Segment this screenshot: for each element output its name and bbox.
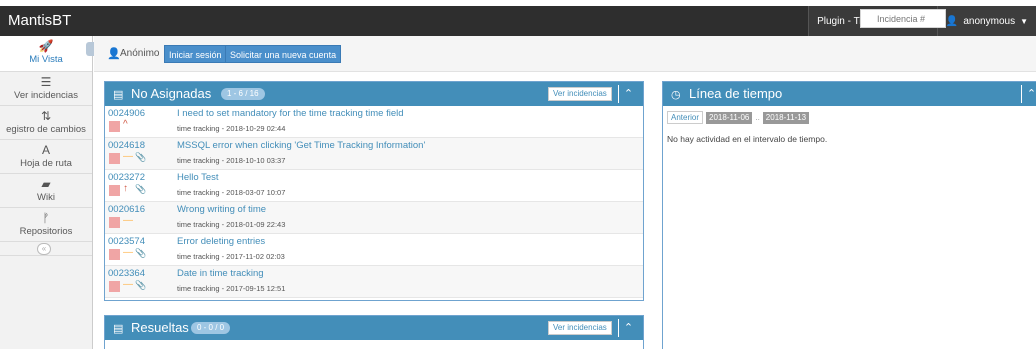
status-color-box xyxy=(109,217,120,228)
road-icon: A xyxy=(41,143,50,157)
priority-high-icon: ^ xyxy=(123,119,128,130)
list-alt-icon: ▤ xyxy=(113,89,124,101)
issue-list: 0024906 ^ I need to set mandatory for the … xyxy=(105,106,643,298)
list-icon: ☰ xyxy=(40,75,52,89)
status-color-box xyxy=(109,185,120,196)
issue-summary-link[interactable]: Wrong writing of time xyxy=(177,204,266,215)
issue-id-link[interactable]: 0023364 xyxy=(108,268,145,279)
issue-meta: time tracking - 2018-10-29 02:44 xyxy=(177,124,286,133)
chevron-up-icon[interactable]: ⌃ xyxy=(618,85,638,103)
priority-normal-icon: — xyxy=(123,247,133,258)
issue-id-link[interactable]: 0024618 xyxy=(108,140,145,151)
sidebar-item-label: Hoja de ruta xyxy=(20,158,72,169)
issue-summary-link[interactable]: MSSQL error when clicking 'Get Time Trac… xyxy=(177,140,425,151)
priority-normal-icon: — xyxy=(123,215,133,226)
issue-id-link[interactable]: 0023574 xyxy=(108,236,145,247)
retweet-icon: ⇅ xyxy=(40,109,52,123)
count-badge: 0 - 0 / 0 xyxy=(191,322,231,334)
status-color-box xyxy=(109,153,120,164)
sidebar: 🚀 Mi Vista ☰ Ver incidencias ⇅ egistro d… xyxy=(0,36,93,349)
sidebar-item-label: egistro de cambios xyxy=(6,124,86,135)
book-icon: ▰ xyxy=(41,177,51,191)
sidebar-item-mi-vista[interactable]: 🚀 Mi Vista xyxy=(0,36,92,72)
anonymous-label: Anónimo xyxy=(120,48,160,59)
breadcrumb-bar: 👤 Anónimo Iniciar sesión Solicitar una n… xyxy=(94,36,1036,72)
view-issues-button[interactable]: Ver incidencias xyxy=(548,321,612,335)
widget-header: ◷ Línea de tiempo ⌃ xyxy=(663,82,1036,106)
issue-summary-link[interactable]: I need to set mandatory for the time tra… xyxy=(177,108,404,119)
priority-normal-icon: — xyxy=(123,151,133,162)
sidebar-item-label: Repositorios xyxy=(19,226,73,237)
priority-normal-icon: — xyxy=(123,279,133,290)
chevron-down-icon: ▼ xyxy=(1020,16,1028,26)
status-color-box xyxy=(109,121,120,132)
timeline-nav: Anterior 2018-11-06 .. 2018-11-13 xyxy=(667,111,810,124)
sidebar-item-label: Wiki xyxy=(37,192,55,203)
paperclip-icon: 📎 xyxy=(135,248,147,258)
user-icon: 👤 xyxy=(945,15,959,27)
date-to-badge: 2018-11-13 xyxy=(762,111,810,124)
clock-icon: ◷ xyxy=(671,89,681,101)
widget-title[interactable]: Línea de tiempo xyxy=(689,86,782,101)
issue-meta: time tracking - 2018-01-09 22:43 xyxy=(177,220,286,229)
issue-row: 0024618— 📎 MSSQL error when clicking 'Get … xyxy=(105,138,643,170)
sidebar-item-label: Mi Vista xyxy=(29,54,63,65)
signup-button[interactable]: Solicitar una nueva cuenta xyxy=(225,45,342,63)
status-color-box xyxy=(109,249,120,260)
paperclip-icon: 📎 xyxy=(135,184,147,194)
issue-row: 0024906 ^ I need to set mandatory for the … xyxy=(105,106,643,138)
user-menu-label: anonymous xyxy=(963,15,1016,27)
issue-id-link[interactable]: 0024906 xyxy=(108,108,145,119)
no-activity-message: No hay actividad en el intervalo de tiem… xyxy=(667,134,828,144)
issue-meta: time tracking - 2017-11-02 02:03 xyxy=(177,252,285,261)
issue-row: 0020616— Wrong writing of time time tracki… xyxy=(105,202,643,234)
issue-summary-link[interactable]: Hello Test xyxy=(177,172,219,183)
issue-row: 0023574— 📎 Error deleting entries time trac… xyxy=(105,234,643,266)
widget-title[interactable]: No Asignadas xyxy=(131,86,211,101)
issue-summary-link[interactable]: Date in time tracking xyxy=(177,268,264,279)
widget-header: ▤ No Asignadas 1 - 6 / 16 Ver incidencia… xyxy=(105,82,643,106)
issue-row: 0023272 ↑ 📎 Hello Test time tracking - 2018-… xyxy=(105,170,643,202)
issue-meta: time tracking - 2018-03-07 10:07 xyxy=(177,188,286,197)
sidebar-item-ver-incidencias[interactable]: ☰ Ver incidencias xyxy=(0,72,92,106)
collapse-sidebar-icon[interactable]: « xyxy=(37,243,51,255)
date-separator: .. xyxy=(755,113,760,122)
sidebar-item-registro-de-cambios[interactable]: ⇅ egistro de cambios xyxy=(0,106,92,140)
view-issues-button[interactable]: Ver incidencias xyxy=(548,87,612,101)
code-fork-icon: ᚠ xyxy=(42,211,50,225)
user-menu-button[interactable]: 👤 anonymous ▼ xyxy=(936,6,1036,36)
sidebar-item-repositorios[interactable]: ᚠ Repositorios xyxy=(0,208,92,242)
issue-meta: time tracking - 2018-10-10 03:37 xyxy=(177,156,286,165)
issue-id-link[interactable]: 0023272 xyxy=(108,172,145,183)
sidebar-item-label: Ver incidencias xyxy=(14,90,78,101)
timeline-widget: ◷ Línea de tiempo ⌃ Anterior 2018-11-06 … xyxy=(662,81,1036,349)
count-badge: 1 - 6 / 16 xyxy=(221,88,265,100)
resolved-widget: ▤ Resueltas 0 - 0 / 0 Ver incidencias ⌃ xyxy=(104,315,644,349)
issue-summary-link[interactable]: Error deleting entries xyxy=(177,236,265,247)
list-alt-icon: ▤ xyxy=(113,323,124,335)
widget-title[interactable]: Resueltas xyxy=(131,320,189,335)
priority-urgent-icon: ↑ xyxy=(123,183,128,194)
widget-header: ▤ Resueltas 0 - 0 / 0 Ver incidencias ⌃ xyxy=(105,316,643,340)
paperclip-icon: 📎 xyxy=(135,280,147,290)
issue-search-input[interactable] xyxy=(860,9,946,28)
sidebar-item-hoja-de-ruta[interactable]: A Hoja de ruta xyxy=(0,140,92,174)
login-button[interactable]: Iniciar sesión xyxy=(164,45,227,63)
previous-button[interactable]: Anterior xyxy=(667,111,704,124)
dashboard-icon: 🚀 xyxy=(38,39,54,53)
paperclip-icon: 📎 xyxy=(135,152,147,162)
unassigned-widget: ▤ No Asignadas 1 - 6 / 16 Ver incidencia… xyxy=(104,81,644,301)
sidebar-collapse-bar: « xyxy=(0,242,92,256)
issue-row: 0023364— 📎 Date in time tracking time track… xyxy=(105,266,643,298)
status-color-box xyxy=(109,281,120,292)
chevron-up-icon[interactable]: ⌃ xyxy=(1021,85,1036,103)
user-icon: 👤 xyxy=(107,48,121,60)
issue-meta: time tracking - 2017-09-15 12:51 xyxy=(177,284,286,293)
date-from-badge: 2018-11-06 xyxy=(706,111,753,124)
sidebar-item-wiki[interactable]: ▰ Wiki xyxy=(0,174,92,208)
sidebar-toggle-handle[interactable] xyxy=(86,42,94,56)
issue-id-link[interactable]: 0020616 xyxy=(108,204,145,215)
chevron-up-icon[interactable]: ⌃ xyxy=(618,319,638,337)
app-title[interactable]: MantisBT xyxy=(8,12,71,29)
